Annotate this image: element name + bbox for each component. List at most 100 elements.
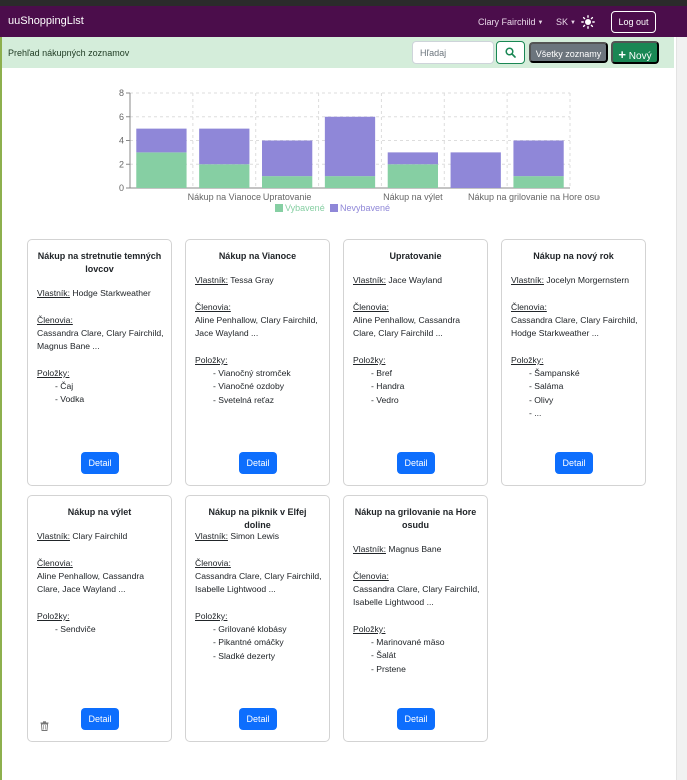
sun-icon[interactable] [581, 15, 595, 29]
detail-button[interactable]: Detail [81, 708, 119, 730]
x-tick-label: Nákup na výlet [383, 192, 443, 202]
card-title: Nákup na grilovanie na Hore osudu [352, 506, 479, 532]
list-item: - ... [529, 407, 542, 418]
new-list-button[interactable]: + Nový [611, 41, 659, 64]
card-owner: Vlastník: Jace Wayland [353, 274, 485, 287]
card-title-line: osudu [402, 520, 429, 530]
card-title-line: Nákup na nový rok [533, 251, 614, 261]
bar-not-bought [387, 152, 438, 165]
owner-name: Jace Wayland [385, 275, 443, 285]
vertical-scrollbar[interactable] [676, 37, 687, 780]
detail-button[interactable]: Detail [239, 708, 277, 730]
owner-label: Vlastník: [37, 288, 70, 298]
bar-bought [199, 164, 250, 188]
card-owner: Vlastník: Jocelyn Morgernstern [511, 274, 643, 287]
bar-bought [324, 176, 376, 188]
language-dropdown[interactable]: SK ▼ [556, 17, 576, 27]
members-label: Členovia: [353, 571, 389, 581]
owner-name: Simon Lewis [227, 531, 280, 541]
items-label: Položky: [37, 611, 70, 621]
detail-button[interactable]: Detail [239, 452, 277, 474]
list-item: - Čaj [55, 381, 74, 391]
card-title-line: Nákup na piknik v Elfej doline [208, 507, 307, 530]
all-lists-button[interactable]: Všetky zoznamy [529, 42, 608, 63]
list-item: - Bref [371, 368, 393, 378]
plus-icon: + [618, 47, 626, 62]
bar-not-bought [136, 128, 187, 153]
owner-name: Hodge Starkweather [69, 288, 151, 298]
members-text: Cassandra Clare, Clary Fairchild, [195, 571, 322, 581]
left-border [0, 37, 2, 780]
list-item: - Marinované mäso [371, 637, 445, 647]
card-title-line: Nákup na výlet [67, 507, 132, 517]
card-title-line: Nákup na Vianoce [218, 251, 297, 261]
new-list-label: Nový [628, 51, 652, 62]
members-text: Aline Penhallow, Cassandra [37, 571, 145, 581]
caret-down-icon: ▼ [570, 20, 576, 26]
card-title-line: lovcov [85, 264, 114, 274]
owner-name: Jocelyn Morgernstern [543, 275, 629, 285]
list-item: - Sendviče [55, 624, 96, 634]
y-tick-label: 4 [119, 136, 124, 146]
list-item: - Saláma [529, 381, 564, 392]
card-title-line: Upratovanie [389, 251, 442, 261]
members-text: Aline Penhallow, Clary Fairchild, [195, 315, 318, 325]
card-owner: Vlastník: Hodge Starkweather [37, 287, 169, 300]
members-label: Členovia: [511, 302, 547, 312]
y-tick-label: 2 [119, 159, 124, 169]
y-tick-label: 0 [119, 183, 124, 193]
list-item: - Handra [371, 381, 405, 392]
card-title-line: Nákup na stretnutie temných [37, 251, 162, 261]
x-tick-label: Upratovanie [263, 192, 312, 202]
list-item: - Grilované klobásy [213, 624, 287, 634]
navbar: uuShoppingList Clary Fairchild ▼ SK ▼ Log … [0, 6, 687, 37]
detail-button[interactable]: Detail [397, 452, 435, 474]
card-title: Nákup na stretnutie temných lovcov [36, 250, 163, 276]
list-item: - Prstene [371, 663, 406, 674]
detail-button[interactable]: Detail [81, 452, 119, 474]
shopping-list-card: Nákup na grilovanie na Hore osudu Vlastník… [343, 495, 488, 742]
members-text: Cassandra Clare, Clary Fairchild, [37, 328, 164, 338]
search-input[interactable] [412, 41, 494, 64]
shopping-list-card: Upratovanie Vlastník: Jace Wayland Členovi… [343, 239, 488, 486]
shopping-list-card: Nákup na piknik v Elfej doline Vlastník: … [185, 495, 330, 742]
list-item: - Vianočný stromček [213, 368, 291, 378]
detail-button[interactable]: Detail [397, 708, 435, 730]
list-item: - Vianočné ozdoby [213, 381, 285, 392]
owner-label: Vlastník: [353, 275, 386, 285]
trash-icon[interactable] [40, 721, 49, 731]
legend-swatch-not-bought [330, 204, 338, 212]
members-text: Isabelle Lightwood ... [353, 597, 434, 607]
list-item: - Šampanské [529, 368, 580, 378]
card-title: Nákup na Vianoce [194, 250, 321, 263]
bar-not-bought [262, 140, 313, 177]
members-label: Členovia: [195, 302, 231, 312]
legend-swatch-bought [275, 204, 283, 212]
shopping-list-card: Nákup na Vianoce Vlastník: Tessa Gray Člen… [185, 239, 330, 486]
detail-button[interactable]: Detail [555, 452, 593, 474]
shopping-list-card: Nákup na stretnutie temných lovcov Vlastní… [27, 239, 172, 486]
list-item: - Šalát [371, 650, 396, 661]
items-label: Položky: [511, 355, 544, 365]
logout-button[interactable]: Log out [611, 11, 656, 33]
members-text: Hodge Starkweather ... [511, 328, 599, 338]
list-item: - Svetelná reťaz [213, 394, 275, 405]
members-label: Členovia: [195, 558, 231, 568]
items-label: Položky: [37, 368, 70, 378]
brand-title[interactable]: uuShoppingList [8, 15, 84, 27]
card-owner: Vlastník: Simon Lewis [195, 530, 327, 543]
search-button[interactable] [496, 41, 525, 64]
shopping-list-card: Nákup na nový rok Vlastník: Jocelyn Morge… [501, 239, 646, 486]
list-item: - Vedro [371, 394, 399, 405]
y-tick-label: 6 [119, 112, 124, 122]
card-title: Nákup na výlet [36, 506, 163, 519]
owner-name: Magnus Bane [385, 544, 442, 554]
bar-bought [513, 176, 564, 188]
members-label: Členovia: [353, 302, 389, 312]
page-title: Prehľad nákupných zoznamov [8, 48, 130, 58]
user-dropdown[interactable]: Clary Fairchild ▼ [478, 17, 543, 27]
x-tick-label: Nákup na Vianoce [188, 192, 261, 202]
language-label: SK [556, 17, 569, 27]
card-owner: Vlastník: Magnus Bane [353, 543, 485, 556]
items-label: Položky: [195, 611, 228, 621]
